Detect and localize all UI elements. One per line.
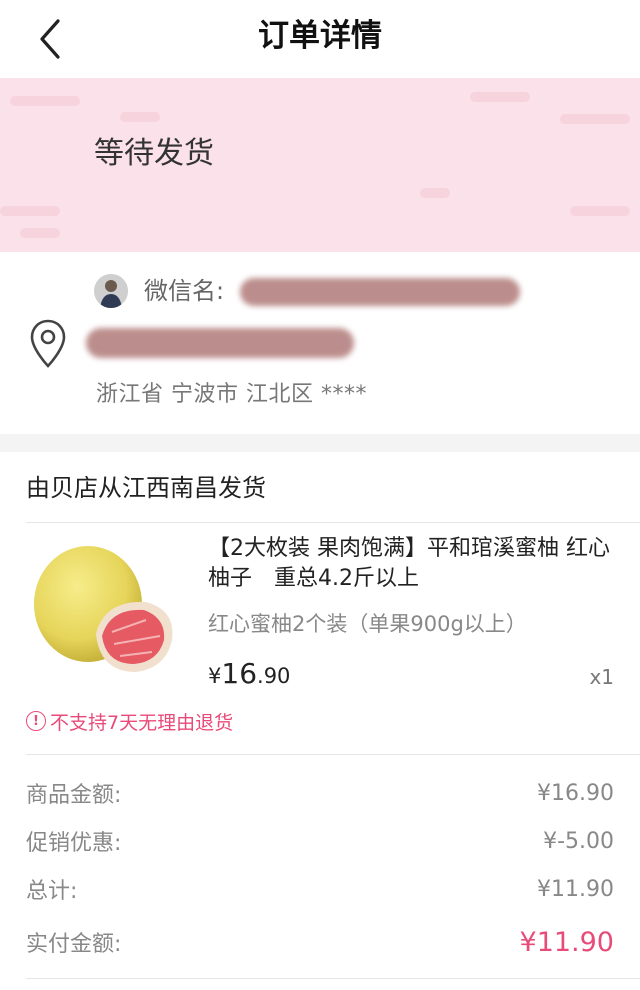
product-quantity: x1 <box>589 665 614 689</box>
product-title[interactable]: 【2大枚装 果肉饱满】平和琯溪蜜柚 红心柚子 重总4.2斤以上 <box>208 534 618 594</box>
price-integer: 16 <box>221 657 258 690</box>
redacted-recipient <box>86 328 354 358</box>
avatar <box>94 274 128 308</box>
total-row: 总计: ¥11.90 <box>26 872 614 906</box>
price-decimal: .90 <box>257 664 291 688</box>
redacted-wechat-name <box>240 278 520 306</box>
location-pin-icon <box>30 319 66 368</box>
ship-from-text: 由贝店从江西南昌发货 <box>26 474 266 502</box>
exclamation-circle-icon: ! <box>26 711 46 731</box>
paid-label: 实付金额: <box>26 932 122 957</box>
promo-row: 促销优惠: ¥-5.00 <box>26 824 614 858</box>
product-image[interactable] <box>26 540 186 690</box>
nav-header: 订单详情 <box>0 0 640 78</box>
order-status-text: 等待发货 <box>94 136 214 171</box>
address-region: 浙江省 宁波市 江北区 **** <box>96 382 367 407</box>
total-label: 总计: <box>26 879 78 904</box>
paid-value: ¥11.90 <box>519 926 614 958</box>
divider <box>26 754 640 755</box>
no-return-text: 不支持7天无理由退货 <box>50 711 234 734</box>
total-value: ¥11.90 <box>537 876 614 902</box>
product-spec: 红心蜜柚2个装（单果900g以上） <box>208 612 527 636</box>
goods-amount-row: 商品金额: ¥16.90 <box>26 776 614 810</box>
product-price: ¥16.90 <box>208 656 290 694</box>
goods-amount-value: ¥16.90 <box>537 780 614 806</box>
section-gap <box>0 434 640 452</box>
wechat-name-label: 微信名: <box>144 277 225 305</box>
promo-label: 促销优惠: <box>26 831 122 856</box>
page-title: 订单详情 <box>258 18 382 54</box>
divider <box>26 522 640 523</box>
divider <box>26 978 640 979</box>
goods-amount-label: 商品金额: <box>26 783 122 808</box>
shipping-address[interactable]: 微信名: 浙江省 宁波市 江北区 **** <box>0 252 640 434</box>
paid-row: 实付金额: ¥11.90 <box>26 922 614 962</box>
promo-value: ¥-5.00 <box>543 828 614 854</box>
no-return-notice: ! 不支持7天无理由退货 <box>26 706 233 736</box>
price-symbol: ¥ <box>208 664 222 688</box>
order-status-banner: 等待发货 <box>0 78 640 252</box>
